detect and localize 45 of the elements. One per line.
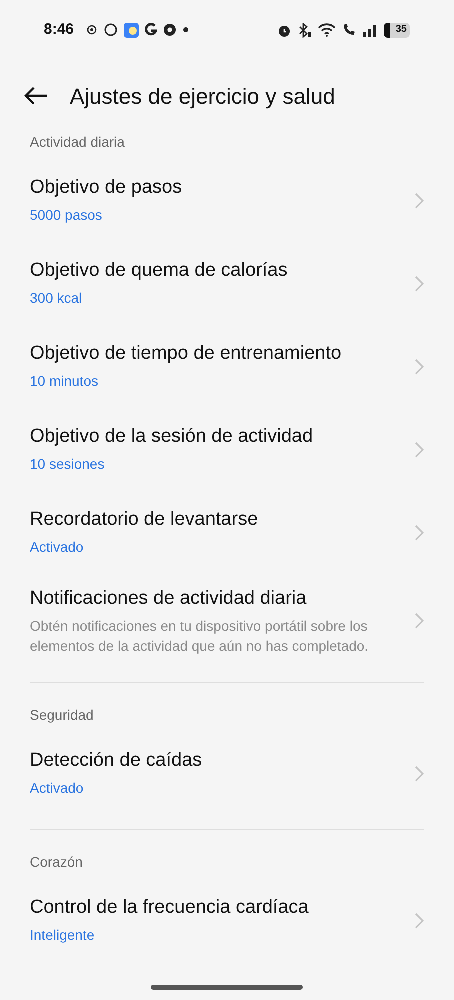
section-label: Actividad diaria — [29, 133, 126, 152]
page-title: Ajustes de ejercicio y salud — [70, 82, 336, 111]
chevron-icon — [415, 192, 424, 208]
item-value: Inteligente — [30, 926, 96, 945]
bluetooth-icon — [298, 22, 312, 38]
status-time: 8:46 — [44, 20, 74, 40]
item-value: 10 sesiones — [30, 455, 106, 474]
item-title: Objetivo de la sesión de actividad — [30, 425, 314, 449]
settings-item[interactable]: Recordatorio de levantarse Activado — [0, 491, 454, 574]
phone-icon — [342, 23, 356, 37]
item-value: 5000 pasos — [30, 206, 104, 225]
item-value: Activado — [30, 538, 85, 557]
item-title: Recordatorio de levantarse — [30, 508, 260, 532]
settings-item[interactable]: Objetivo de pasos 5000 pasos — [0, 159, 454, 242]
item-value: Activado — [30, 779, 85, 798]
item-title: Detección de caídas — [30, 749, 204, 773]
chevron-icon — [415, 276, 424, 292]
chevron-icon — [415, 524, 424, 540]
item-title: Control de la frecuencia cardíaca — [30, 896, 310, 920]
item-value: 300 kcal — [30, 289, 84, 308]
dot-icon — [183, 27, 190, 33]
chevron-icon — [415, 766, 424, 782]
item-value: 10 minutos — [30, 372, 100, 391]
settings-item[interactable]: Notificaciones de actividad diaria Obtén notificaciones en tu dispositivo portátil sobre los elementos de la actividad que aún no has completado. — [0, 574, 454, 668]
item-title: Objetivo de pasos — [30, 176, 184, 200]
settings-item[interactable]: Control de la frecuencia cardíaca Inteligente — [0, 879, 454, 962]
battery-percent: 35 — [396, 25, 407, 35]
section-label: Corazón — [29, 853, 84, 872]
settings-item[interactable]: Detección de caídas Activado — [0, 732, 454, 815]
settings-item[interactable]: Objetivo de quema de calorías 300 kcal — [0, 242, 454, 325]
settings-item[interactable]: Objetivo de tiempo de entrenamiento 10 minutos — [0, 325, 454, 408]
chevron-icon — [415, 358, 424, 374]
signal-icon — [362, 23, 378, 37]
section-label: Seguridad — [29, 706, 95, 725]
item-title: Objetivo de quema de calorías — [30, 259, 289, 283]
item-title: Notificaciones de actividad diaria — [30, 587, 308, 611]
chevron-icon — [415, 613, 424, 629]
settings-item[interactable]: Objetivo de la sesión de actividad 10 sesiones — [0, 408, 454, 491]
weather-icon — [124, 22, 140, 38]
location-icon — [86, 24, 98, 36]
wifi-icon — [318, 23, 336, 37]
item-description: Obtén notificaciones en tu dispositivo portátil sobre los elementos de la actividad que aún no has completado. — [30, 617, 370, 656]
item-title: Objetivo de tiempo de entrenamiento — [30, 342, 343, 366]
chevron-icon — [415, 912, 424, 928]
chevron-icon — [415, 442, 424, 458]
